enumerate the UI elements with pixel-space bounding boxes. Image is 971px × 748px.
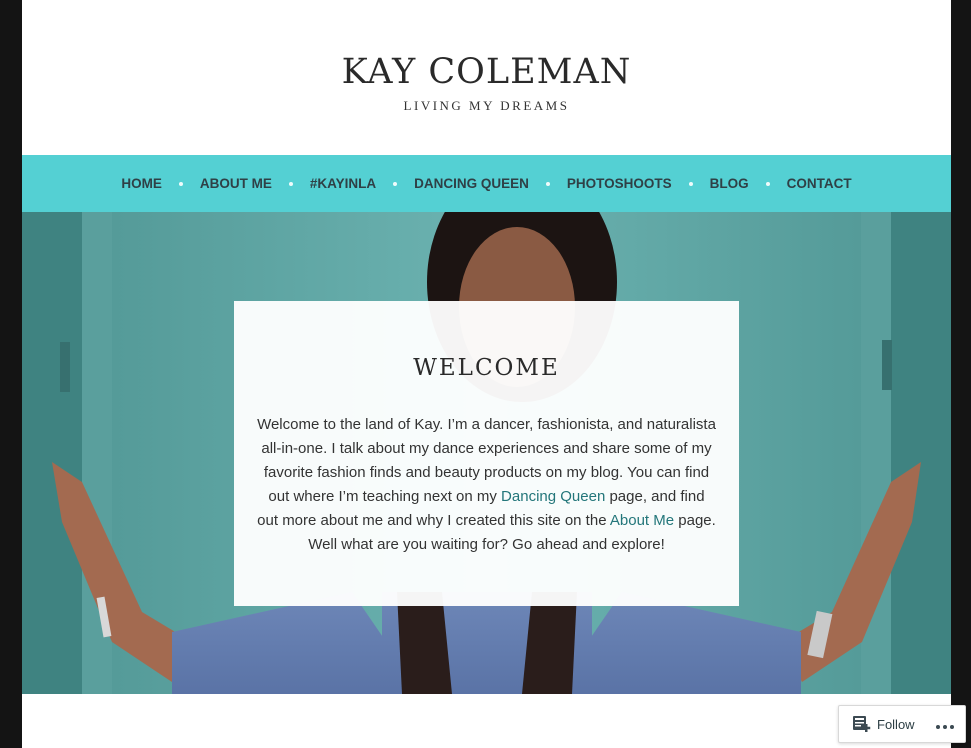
site-tagline: LIVING MY DREAMS (403, 98, 570, 113)
nav-separator (288, 181, 293, 186)
nav-item-contact[interactable]: CONTACT (787, 176, 852, 191)
nav-item-dancing-queen[interactable]: DANCING QUEEN (414, 176, 529, 191)
nav-item-blog[interactable]: BLOG (710, 176, 749, 191)
nav-list: HOME ABOUT ME #KAYINLA DANCING QUEEN PHO… (22, 155, 951, 212)
ellipsis-icon[interactable] (935, 717, 955, 736)
follow-button[interactable]: Follow (838, 705, 966, 743)
welcome-title: WELCOME (413, 355, 560, 381)
nav-separator (765, 181, 770, 186)
site-title[interactable]: KAY COLEMAN (22, 50, 951, 94)
welcome-panel: WELCOME Welcome to the land of Kay. I’m … (234, 301, 739, 606)
nav-item-home[interactable]: HOME (121, 176, 162, 191)
nav-item-about-me[interactable]: ABOUT ME (200, 176, 272, 191)
site-header: KAY COLEMAN LIVING MY DREAMS (22, 0, 951, 155)
hero-image: WELCOME Welcome to the land of Kay. I’m … (22, 212, 951, 694)
nav-separator (393, 181, 398, 186)
nav-item-kayinla[interactable]: #KAYINLA (310, 176, 376, 191)
nav-item-photoshoots[interactable]: PHOTOSHOOTS (567, 176, 672, 191)
nav-separator (545, 181, 550, 186)
about-me-link[interactable]: About Me (610, 512, 674, 529)
page: KAY COLEMAN LIVING MY DREAMS HOME ABOUT … (22, 0, 951, 748)
nav-separator (178, 181, 183, 186)
welcome-text: Welcome to the land of Kay. I’m a dancer… (256, 413, 717, 557)
main-navigation: HOME ABOUT ME #KAYINLA DANCING QUEEN PHO… (22, 155, 951, 212)
nav-separator (688, 181, 693, 186)
dancing-queen-link[interactable]: Dancing Queen (501, 488, 605, 505)
reader-follow-icon (852, 715, 872, 736)
follow-label: Follow (877, 717, 915, 732)
